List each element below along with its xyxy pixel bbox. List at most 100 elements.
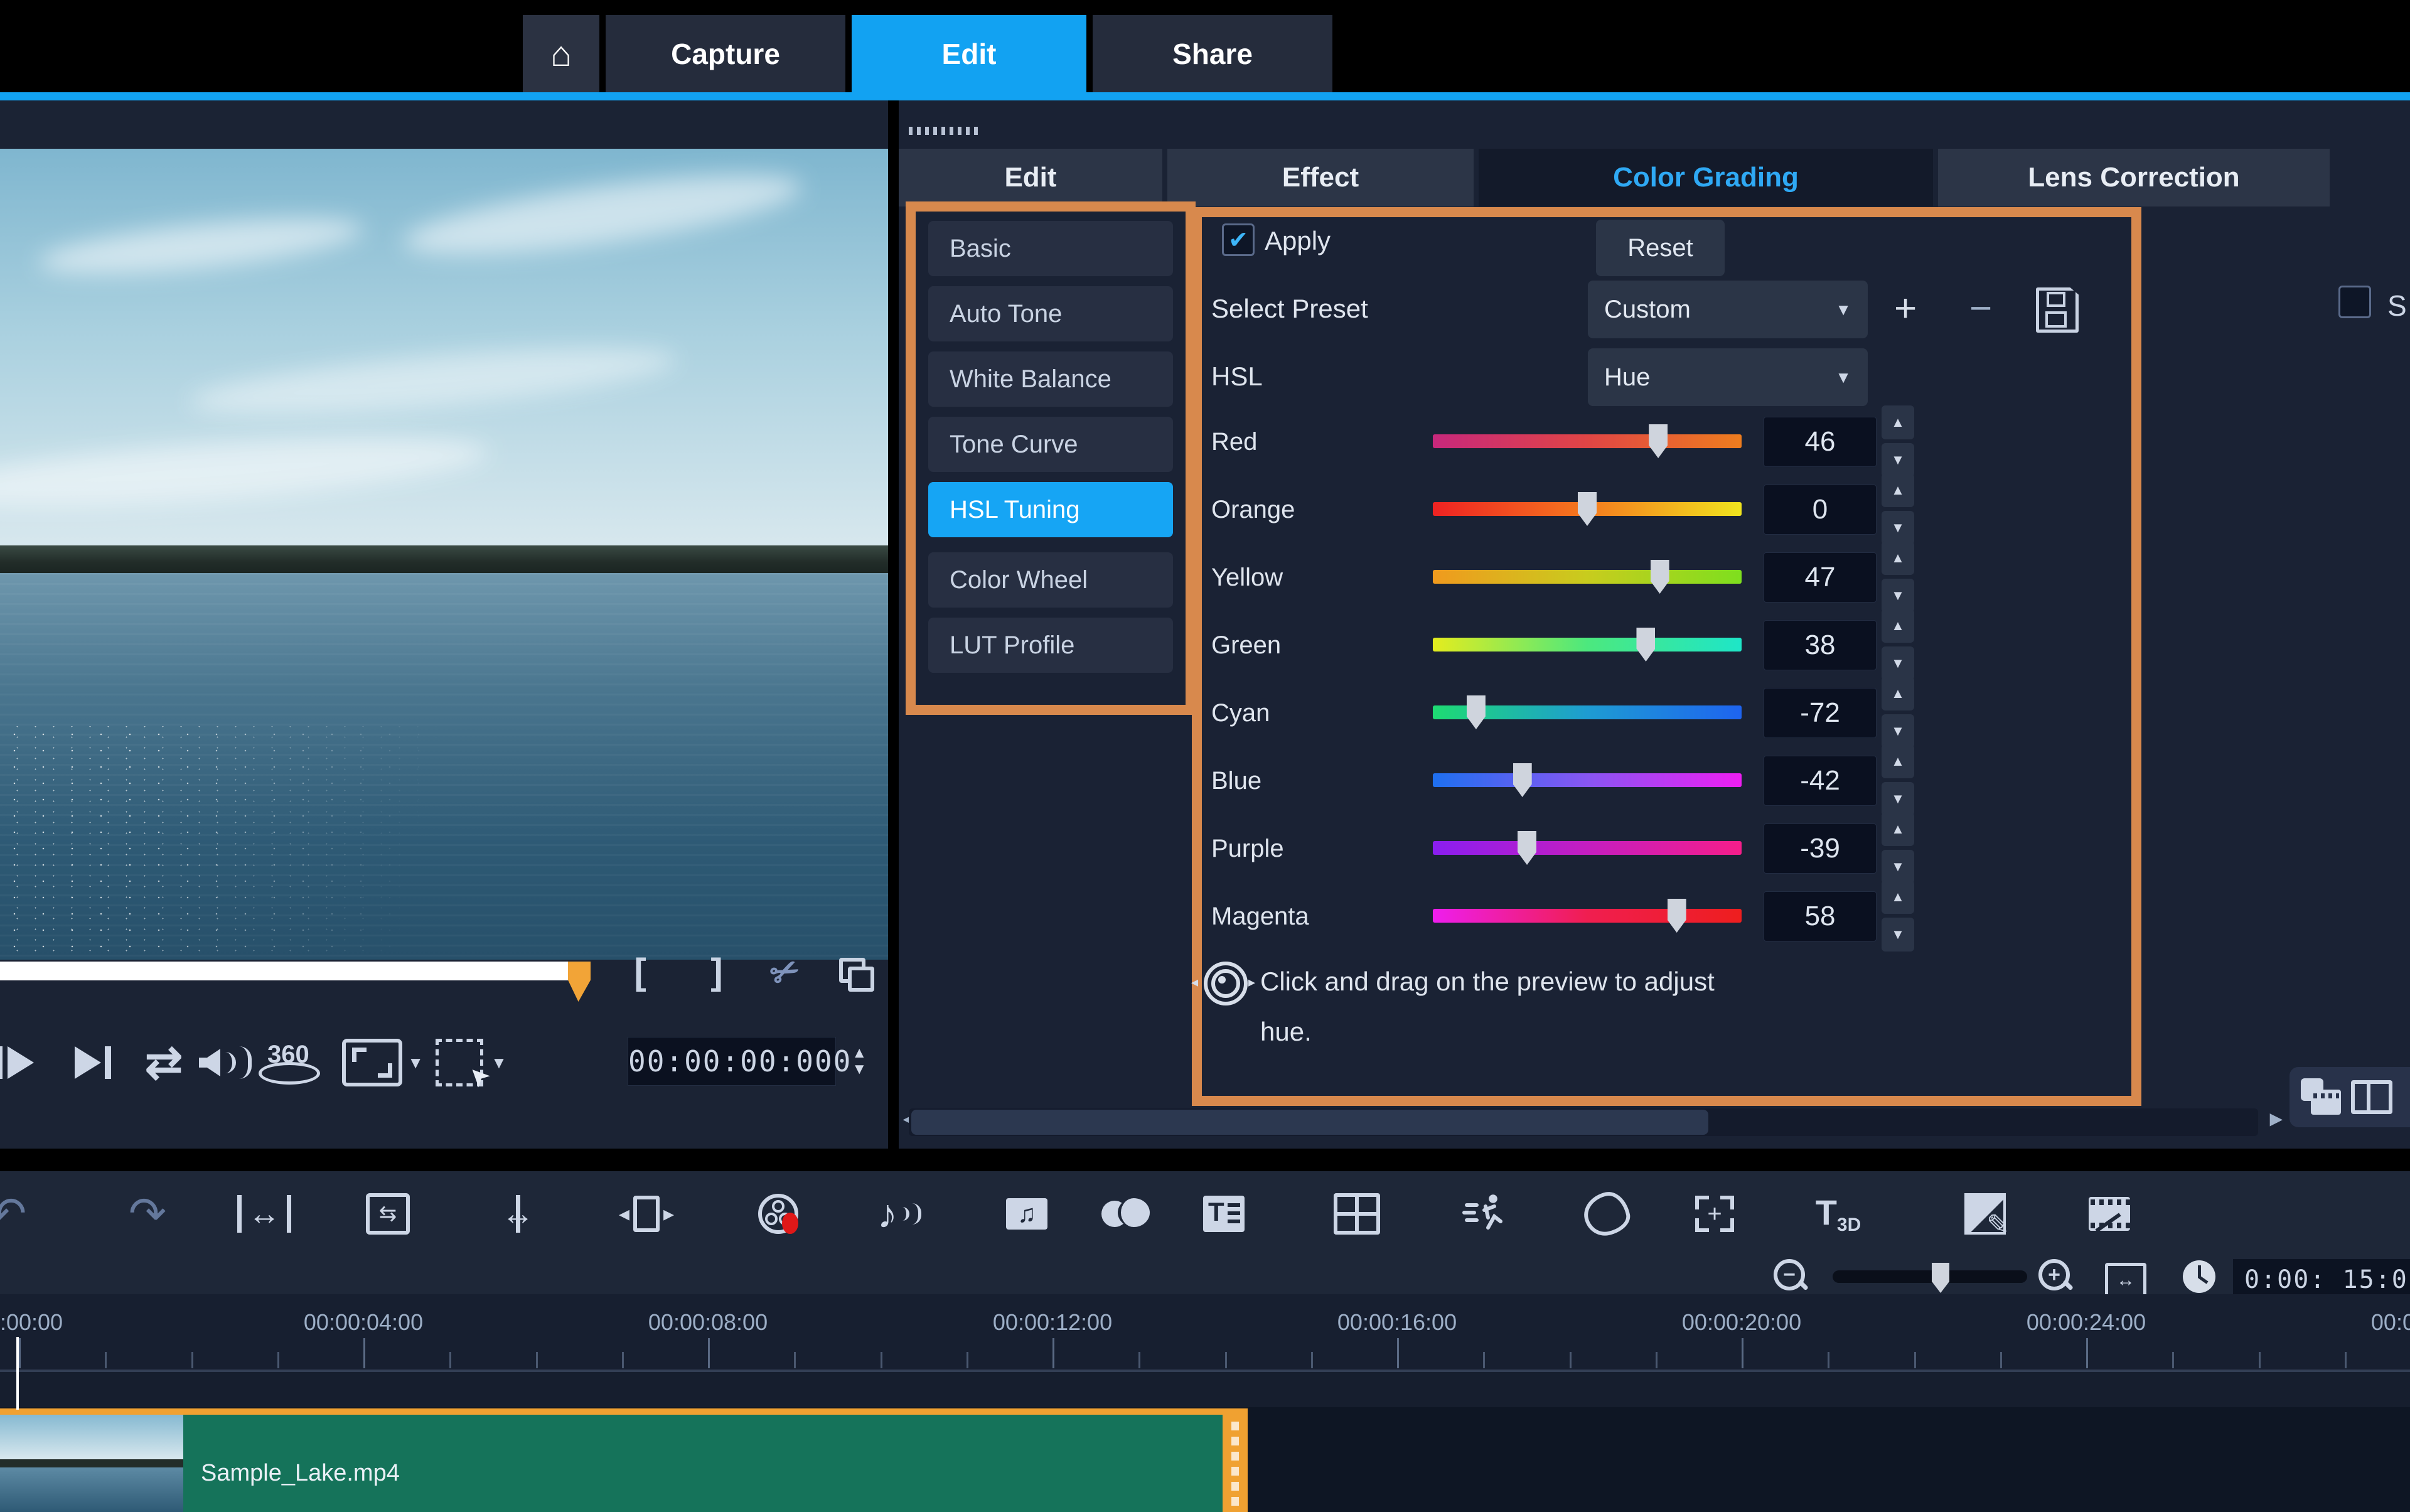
yellow-value[interactable]: 47 bbox=[1764, 552, 1877, 603]
section-white-balance[interactable]: White Balance bbox=[928, 351, 1173, 407]
yellow-spinner[interactable]: ▲▼ bbox=[1882, 541, 1914, 613]
cyan-value[interactable]: -72 bbox=[1764, 688, 1877, 738]
magenta-value[interactable]: 58 bbox=[1764, 891, 1877, 941]
tab-share[interactable]: Share bbox=[1093, 15, 1332, 92]
mark-in-button[interactable]: [ bbox=[621, 952, 659, 992]
subtitle-editor-button[interactable] bbox=[1199, 1188, 1249, 1240]
section-color-wheel[interactable]: Color Wheel bbox=[928, 552, 1173, 608]
pan-zoom-button[interactable]: + bbox=[1690, 1188, 1740, 1240]
panel-hscrollbar-thumb[interactable] bbox=[911, 1110, 1708, 1135]
reset-button[interactable]: Reset bbox=[1596, 220, 1725, 276]
section-lut-profile[interactable]: LUT Profile bbox=[928, 618, 1173, 673]
cyan-spinner[interactable]: ▲▼ bbox=[1882, 677, 1914, 748]
360-view-button[interactable]: 360 bbox=[257, 1039, 320, 1086]
zoom-slider[interactable] bbox=[1833, 1270, 2027, 1283]
options-panel: Edit Effect Color Grading Lens Correctio… bbox=[899, 100, 2410, 1149]
section-tone-curve[interactable]: Tone Curve bbox=[928, 417, 1173, 472]
save-preset-button[interactable] bbox=[2036, 287, 2079, 333]
split-arrows-button[interactable]: ↔ bbox=[490, 1188, 546, 1240]
apply-checkbox[interactable]: ✔ bbox=[1222, 223, 1255, 256]
section-auto-tone[interactable]: Auto Tone bbox=[928, 286, 1173, 341]
duration-button[interactable] bbox=[2183, 1260, 2215, 1293]
selection-tool-button[interactable]: ➤ ▼ bbox=[431, 1039, 512, 1086]
blue-spinner[interactable]: ▲▼ bbox=[1882, 744, 1914, 816]
purple-value[interactable]: -39 bbox=[1764, 823, 1877, 874]
red-value[interactable]: 46 bbox=[1764, 417, 1877, 467]
audio-mixer-button[interactable]: ♪ bbox=[871, 1188, 928, 1240]
panel-tab-color-grading[interactable]: Color Grading bbox=[1479, 149, 1933, 206]
timeline-ruler[interactable]: 00:00:00 00:00:04:00 00:00:08:00 00:00:1… bbox=[0, 1294, 2410, 1372]
remove-preset-button[interactable]: − bbox=[1969, 286, 1992, 331]
next-frame-button[interactable] bbox=[68, 1039, 118, 1086]
panel-tab-lens-correction[interactable]: Lens Correction bbox=[1938, 149, 2330, 206]
soundtrack-button[interactable]: ♫ bbox=[1002, 1188, 1052, 1240]
scrub-bar[interactable] bbox=[0, 962, 568, 980]
clip-thumbnail bbox=[0, 1415, 183, 1512]
loop-button[interactable]: ⇄ bbox=[136, 1039, 192, 1086]
magenta-spinner[interactable]: ▲▼ bbox=[1882, 880, 1914, 952]
tab-share-label: Share bbox=[1172, 37, 1253, 71]
redo-button[interactable]: ↷ bbox=[119, 1188, 176, 1240]
blue-slider-track[interactable] bbox=[1433, 773, 1742, 787]
batch-convert-button[interactable]: ⇆ bbox=[363, 1188, 413, 1240]
split-screen-button[interactable] bbox=[1332, 1188, 1382, 1240]
tab-capture[interactable]: Capture bbox=[606, 15, 845, 92]
section-hsl-tuning[interactable]: HSL Tuning bbox=[928, 482, 1173, 537]
copy-segment-button[interactable] bbox=[835, 952, 872, 992]
playhead[interactable] bbox=[16, 1337, 19, 1410]
play-button[interactable] bbox=[0, 1039, 40, 1086]
storyboard-view-icon[interactable] bbox=[2301, 1078, 2341, 1116]
split-clip-button[interactable]: ✂ bbox=[763, 952, 807, 992]
transition-button[interactable] bbox=[1097, 1188, 1154, 1240]
timeline-clip[interactable]: Sample_Lake.mp4 bbox=[0, 1408, 1248, 1512]
3d-title-button[interactable]: T3D bbox=[1804, 1188, 1873, 1240]
timecode-spinner[interactable]: ▲▼ bbox=[852, 1046, 867, 1077]
side-checkbox[interactable] bbox=[2338, 286, 2371, 318]
blue-value[interactable]: -42 bbox=[1764, 756, 1877, 806]
preset-dropdown[interactable]: Custom ▼ bbox=[1588, 281, 1868, 338]
hsl-mode-dropdown[interactable]: Hue ▼ bbox=[1588, 348, 1868, 406]
red-spinner[interactable]: ▲▼ bbox=[1882, 405, 1914, 477]
magenta-slider-track[interactable] bbox=[1433, 909, 1742, 923]
clip-right-trim-handle[interactable] bbox=[1223, 1415, 1248, 1512]
orange-value[interactable]: 0 bbox=[1764, 485, 1877, 535]
orange-slider-track[interactable] bbox=[1433, 502, 1742, 516]
mark-out-button[interactable]: ] bbox=[698, 952, 736, 992]
purple-slider-track[interactable] bbox=[1433, 841, 1742, 855]
preview-size-button[interactable]: ▼ bbox=[342, 1039, 424, 1086]
green-spinner[interactable]: ▲▼ bbox=[1882, 609, 1914, 680]
blending-icon bbox=[1964, 1193, 2006, 1235]
cyan-slider-track[interactable] bbox=[1433, 705, 1742, 719]
zoom-slider-thumb[interactable] bbox=[1932, 1263, 1949, 1293]
panel-tab-effect[interactable]: Effect bbox=[1167, 149, 1474, 206]
motion-tracking-button[interactable] bbox=[1456, 1188, 1510, 1240]
orange-spinner[interactable]: ▲▼ bbox=[1882, 473, 1914, 545]
multicam-button[interactable] bbox=[2082, 1188, 2136, 1240]
tab-edit[interactable]: Edit bbox=[852, 15, 1086, 92]
panel-tab-edit[interactable]: Edit bbox=[899, 149, 1162, 206]
preview-timecode[interactable]: 00:00:00:000 ▲▼ bbox=[628, 1037, 836, 1086]
blending-button[interactable] bbox=[1958, 1188, 2012, 1240]
mask-creator-button[interactable] bbox=[1582, 1188, 1632, 1240]
undo-button[interactable]: ↶ bbox=[0, 1188, 33, 1240]
timeline-view-icon[interactable] bbox=[2351, 1080, 2392, 1114]
stretch-clip-button[interactable]: ◂▸ bbox=[615, 1188, 678, 1240]
zoom-out-button[interactable]: − bbox=[1772, 1258, 1808, 1293]
trim-end-handle[interactable] bbox=[568, 962, 591, 1002]
panel-drag-handle[interactable] bbox=[909, 127, 978, 135]
trim-button[interactable]: ↔ bbox=[236, 1188, 292, 1240]
record-capture-button[interactable] bbox=[753, 1188, 803, 1240]
video-preview[interactable] bbox=[0, 149, 888, 960]
green-slider-track[interactable] bbox=[1433, 638, 1742, 651]
zoom-in-button[interactable]: + bbox=[2037, 1258, 2072, 1293]
yellow-slider-track[interactable] bbox=[1433, 570, 1742, 584]
add-preset-button[interactable]: + bbox=[1894, 286, 1917, 331]
purple-spinner[interactable]: ▲▼ bbox=[1882, 812, 1914, 884]
red-slider-track[interactable] bbox=[1433, 434, 1742, 448]
green-value[interactable]: 38 bbox=[1764, 620, 1877, 670]
home-button[interactable]: ⌂ bbox=[523, 15, 599, 92]
scroll-right-arrow[interactable]: ► bbox=[2266, 1107, 2287, 1132]
fit-timeline-button[interactable]: ↔ bbox=[2105, 1263, 2146, 1298]
section-basic[interactable]: Basic bbox=[928, 221, 1173, 276]
volume-button[interactable] bbox=[198, 1039, 252, 1086]
